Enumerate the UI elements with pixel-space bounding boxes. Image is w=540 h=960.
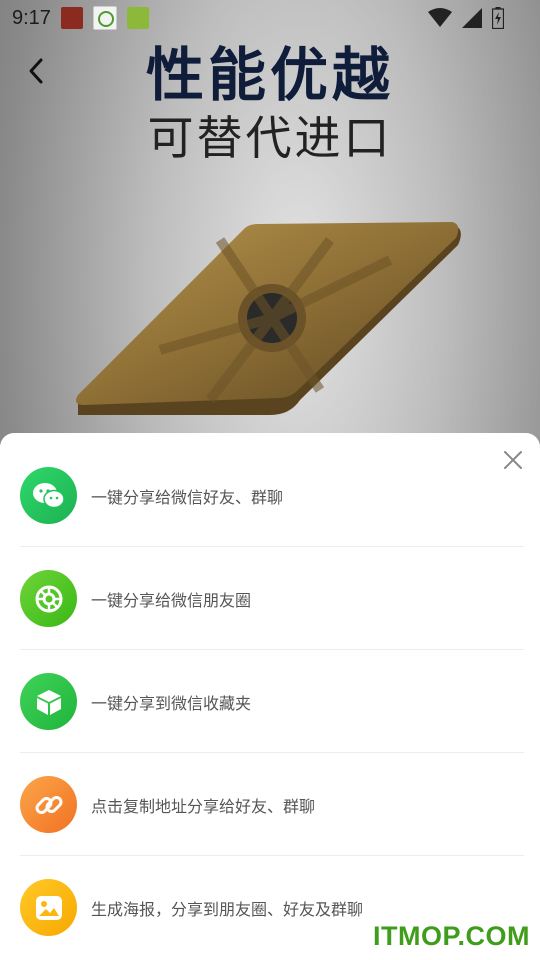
notification-app-icon — [126, 7, 149, 29]
banner-headline: 性能优越 — [145, 41, 394, 109]
share-item-label: 一键分享给微信朋友圈 — [91, 592, 252, 610]
moments-icon — [20, 570, 77, 627]
share-item-label: 一键分享到微信收藏夹 — [91, 695, 252, 713]
share-item-label: 点击复制地址分享给好友、群聊 — [91, 798, 316, 816]
product-insert-image — [76, 222, 461, 415]
copy-link-share[interactable]: 点击复制地址分享给好友、群聊 — [20, 753, 524, 856]
cell-signal-icon — [462, 8, 482, 28]
share-item-label: 一键分享给微信好友、群聊 — [91, 489, 284, 507]
share-wechat-favorites[interactable]: 一键分享到微信收藏夹 — [20, 650, 524, 753]
status-time: 9:17 — [12, 6, 51, 29]
share-sheet: 一键分享给微信好友、群聊 一键分享给微信朋友圈 一键分享到微信收藏夹 点击复制地… — [0, 433, 540, 960]
battery-icon — [492, 7, 504, 29]
notification-app-icon — [92, 6, 117, 30]
wifi-icon — [428, 8, 452, 27]
link-icon — [20, 776, 77, 833]
banner-subheadline: 可替代进口 — [147, 111, 393, 165]
watermark: ITMOP.COM — [372, 921, 530, 951]
wechat-icon — [20, 467, 77, 524]
notification-app-icon — [60, 7, 83, 29]
share-wechat-friends[interactable]: 一键分享给微信好友、群聊 — [20, 444, 524, 547]
share-wechat-moments[interactable]: 一键分享给微信朋友圈 — [20, 547, 524, 650]
cube-icon — [20, 673, 77, 730]
image-icon — [20, 879, 77, 936]
share-item-label: 生成海报，分享到朋友圈、好友及群聊 — [91, 901, 364, 919]
